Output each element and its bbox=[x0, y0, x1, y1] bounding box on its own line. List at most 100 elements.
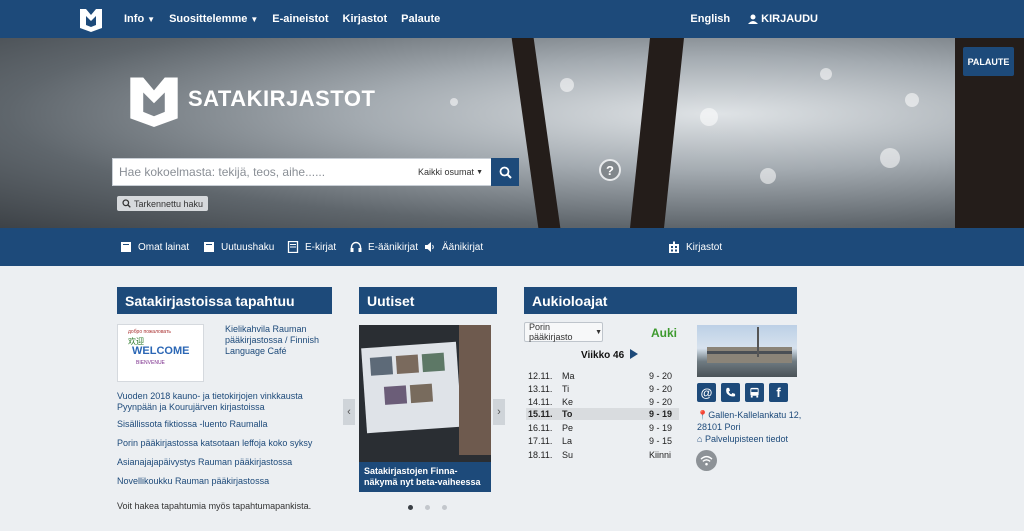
ebook-icon bbox=[287, 241, 299, 253]
search-button[interactable] bbox=[491, 158, 519, 186]
welcome-word: BIENVENUE bbox=[136, 360, 165, 366]
quicklink-omat-lainat[interactable]: Omat lainat bbox=[120, 228, 189, 266]
bokeh-decoration bbox=[820, 68, 832, 80]
top-navbar: Info ▼ Suosittelemme ▼ E-aineistot Kirjast… bbox=[0, 0, 1024, 38]
brand-name: SATAKIRJASTOT bbox=[188, 86, 376, 111]
language-link[interactable]: English bbox=[690, 13, 730, 25]
library-window-strip bbox=[707, 351, 792, 354]
library-photo[interactable] bbox=[697, 325, 797, 377]
bokeh-decoration bbox=[700, 108, 718, 126]
help-button[interactable]: ? bbox=[599, 159, 621, 181]
chevron-down-icon: ▼ bbox=[250, 14, 259, 24]
laptop-screen-image bbox=[361, 341, 462, 434]
tree-decoration bbox=[757, 327, 759, 357]
week-label: Viikko 46 bbox=[581, 350, 625, 361]
featured-event-link[interactable]: Kielikahvila Rauman pääkirjastossa / Fin… bbox=[225, 324, 335, 357]
nav-palaute[interactable]: Palaute bbox=[401, 13, 440, 25]
bokeh-decoration bbox=[560, 78, 574, 92]
quicklink-e-aanikirjat[interactable]: E-äänikirjat bbox=[350, 228, 418, 266]
event-link[interactable]: Sisällissota fiktiossa -luento Raumalla bbox=[117, 419, 332, 430]
quicklinks-bar: Omat lainat Uutuushaku E-kirjat E-ääniki… bbox=[0, 228, 1024, 266]
map-marker-icon: 📍 bbox=[697, 410, 709, 420]
hours-row: 12.11. Ma 9 - 20 bbox=[528, 371, 673, 381]
quicklink-e-kirjat[interactable]: E-kirjat bbox=[287, 228, 336, 266]
service-point-link[interactable]: ⌂ Palvelupisteen tiedot bbox=[697, 433, 788, 445]
event-link[interactable]: Novellikoukku Rauman pääkirjastossa bbox=[117, 476, 332, 487]
quicklink-aanikirjat[interactable]: Äänikirjat bbox=[424, 228, 483, 266]
event-image[interactable]: добро пожаловать 欢迎 WELCOME BIENVENUE bbox=[117, 324, 204, 382]
satakirjastot-logo-icon[interactable] bbox=[78, 6, 104, 32]
tree-trunk-decoration bbox=[630, 38, 684, 228]
screen-thumbnail bbox=[421, 352, 445, 373]
search-icon bbox=[499, 166, 512, 179]
hours-row: 13.11. Ti 9 - 20 bbox=[528, 384, 673, 394]
bokeh-decoration bbox=[905, 93, 919, 107]
nav-suosittelemme[interactable]: Suosittelemme ▼ bbox=[169, 13, 258, 25]
wifi-icon bbox=[700, 455, 713, 466]
facebook-icon: f bbox=[776, 385, 781, 400]
event-link[interactable]: Asianajajapäivystys Rauman pääkirjastoss… bbox=[117, 457, 332, 468]
nav-e-aineistot[interactable]: E-aineistot bbox=[272, 13, 328, 25]
event-link[interactable]: Vuoden 2018 kauno- ja tietokirjojen vink… bbox=[117, 391, 332, 413]
library-address: 📍Gallen-Kallelankatu 12, 28101 Pori bbox=[697, 410, 802, 432]
main-nav: Info ▼ Suosittelemme ▼ E-aineistot Kirjast… bbox=[124, 0, 440, 38]
bokeh-decoration bbox=[760, 168, 776, 184]
phone-icon bbox=[726, 387, 736, 397]
login-link[interactable]: KIRJAUDU bbox=[748, 13, 818, 25]
library-select[interactable]: Porin pääkirjasto ▼ bbox=[524, 322, 603, 342]
news-card[interactable]: Satakirjastojen Finna-näkymä nyt beta-va… bbox=[359, 325, 491, 492]
quicklink-kirjastot[interactable]: Kirjastot bbox=[668, 228, 722, 266]
home-icon: ⌂ bbox=[697, 434, 703, 444]
news-prev-button[interactable]: ‹ bbox=[343, 399, 355, 425]
library-building-shape bbox=[707, 347, 792, 363]
search-plus-icon bbox=[122, 199, 131, 208]
carousel-dot[interactable] bbox=[408, 505, 413, 510]
book-icon bbox=[204, 242, 214, 252]
carousel-dot[interactable] bbox=[425, 505, 430, 510]
event-link[interactable]: Porin pääkirjastossa katsotaan leffoja k… bbox=[117, 438, 332, 449]
bookshelf-background bbox=[459, 325, 491, 455]
carousel-dot[interactable] bbox=[442, 505, 447, 510]
search-input[interactable] bbox=[113, 165, 419, 179]
building-icon bbox=[669, 241, 679, 253]
phone-button[interactable] bbox=[721, 383, 740, 402]
screen-thumbnail bbox=[409, 383, 434, 404]
hours-row: 14.11. Ke 9 - 20 bbox=[528, 397, 673, 407]
news-next-button[interactable]: › bbox=[493, 399, 505, 425]
nav-kirjastot[interactable]: Kirjastot bbox=[343, 13, 388, 25]
nav-right: English KIRJAUDU bbox=[690, 0, 818, 38]
chevron-down-icon: ▼ bbox=[147, 14, 156, 24]
email-button[interactable]: @ bbox=[697, 383, 716, 402]
welcome-word: WELCOME bbox=[132, 345, 190, 357]
satakirjastot-logo-icon bbox=[130, 77, 178, 127]
bokeh-decoration bbox=[450, 98, 458, 106]
email-icon: @ bbox=[700, 385, 713, 400]
wifi-badge bbox=[696, 450, 717, 471]
chevron-down-icon: ▼ bbox=[595, 328, 602, 336]
hours-row: 17.11. La 9 - 15 bbox=[528, 436, 673, 446]
nav-info[interactable]: Info ▼ bbox=[124, 13, 155, 25]
news-heading: Uutiset bbox=[359, 287, 497, 314]
book-icon bbox=[121, 242, 131, 252]
hours-row: 16.11. Pe 9 - 19 bbox=[528, 423, 673, 433]
user-icon bbox=[748, 14, 759, 24]
screen-thumbnail bbox=[383, 385, 408, 405]
advanced-search-button[interactable]: Tarkennettu haku bbox=[117, 196, 209, 211]
hours-row: 18.11. Su Kiinni bbox=[528, 450, 672, 460]
speaker-icon bbox=[425, 242, 434, 252]
feedback-tab[interactable]: PALAUTE bbox=[963, 47, 1014, 76]
screen-thumbnail bbox=[369, 356, 394, 376]
welcome-word: добро пожаловать bbox=[128, 329, 171, 335]
search-scope-select[interactable]: Kaikki osumat ▼ bbox=[418, 167, 491, 177]
bus-icon bbox=[750, 387, 759, 398]
hero-banner: SATAKIRJASTOT Kaikki osumat ▼ ? Tarkenne… bbox=[0, 38, 1024, 228]
bus-button[interactable] bbox=[745, 383, 764, 402]
brand-logo[interactable]: SATAKIRJASTOT bbox=[124, 71, 375, 127]
facebook-button[interactable]: f bbox=[769, 383, 788, 402]
chevron-down-icon: ▼ bbox=[476, 168, 483, 176]
quicklink-uutuushaku[interactable]: Uutuushaku bbox=[203, 228, 274, 266]
screen-thumbnail bbox=[395, 354, 419, 374]
next-week-arrow-icon[interactable] bbox=[630, 349, 638, 359]
bokeh-decoration bbox=[880, 148, 900, 168]
hours-row-today: 15.11. To 9 - 19 bbox=[526, 408, 679, 420]
